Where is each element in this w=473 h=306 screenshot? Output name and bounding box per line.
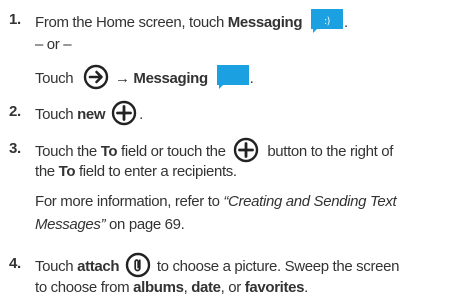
step-2-new-label: new [77, 105, 106, 123]
step-2-number: 2. [9, 103, 21, 120]
arrow-circle-icon [83, 64, 109, 90]
plus-circle-icon-2 [233, 137, 259, 163]
step-1-period: . [343, 13, 348, 31]
step-1-text: From the Home screen, touch [35, 13, 228, 31]
step-1-number: 1. [9, 11, 21, 28]
step-4-albums-label: albums [133, 279, 184, 296]
step-4-period: . [304, 279, 308, 296]
step-1-line-3: Touch → Messaging . [35, 64, 254, 92]
step-3-to-label: To [100, 142, 118, 160]
plus-circle-icon [111, 100, 137, 126]
step-3-line-3: For more information, refer to “Creating… [35, 192, 397, 211]
step-1-touch-text: Touch [35, 69, 74, 87]
step-3-reference-title[interactable]: “Creating and Sending Text [223, 193, 396, 210]
step-3-line-2: the To field to enter a recipients. [35, 162, 237, 181]
instructions-page: 1. From the Home screen, touch Messaging… [0, 0, 473, 306]
step-4-or-text: , or [220, 279, 245, 296]
step-4-line-1: Touch attach to choose a picture. Sweep … [35, 252, 400, 280]
step-4-line2-a: to choose from [35, 279, 134, 296]
step-1-messaging-label: Messaging [227, 13, 303, 31]
step-3-line2-b: field to enter a recipients. [75, 163, 237, 180]
step-3-number: 3. [9, 140, 21, 157]
step-4-text-b: to choose a picture. Sweep the screen [156, 257, 400, 275]
step-2-text: Touch [35, 105, 78, 123]
attach-paperclip-icon [125, 252, 151, 278]
step-3-line-4: Messages” on page 69. [35, 215, 185, 234]
step-3-reference-title-2[interactable]: Messages” [35, 216, 106, 233]
step-2-line: Touch new . [35, 100, 143, 128]
step-4-text-a: Touch [35, 257, 78, 275]
step-4-attach-label: attach [77, 257, 120, 275]
step-1-line-1: From the Home screen, touch Messaging :)… [35, 8, 348, 36]
step-3-line3-a: For more information, refer to [35, 193, 224, 210]
step-1-period-2: . [249, 69, 254, 87]
step-1-messaging-label-2: Messaging [133, 69, 208, 87]
svg-text::): :) [324, 16, 330, 27]
step-3-text-b: field or touch the [117, 142, 226, 160]
step-4-favorites-label: favorites [244, 279, 305, 296]
step-3-text-a: Touch the [35, 142, 101, 160]
step-4-line-2: to choose from albums, date, or favorite… [35, 278, 308, 297]
messaging-blank-icon [216, 64, 250, 90]
step-2-period: . [139, 105, 143, 123]
step-3-to-label-2: To [58, 163, 76, 180]
step-4-date-label: date [191, 279, 221, 296]
step-4-number: 4. [9, 255, 21, 272]
step-3-page-ref: on page 69. [105, 216, 185, 233]
step-1-or: – or – [35, 36, 72, 53]
step-3-line2-a: the [35, 163, 59, 180]
messaging-smiley-icon: :) [310, 8, 344, 34]
step-3-text-c: button to the right of [267, 142, 394, 160]
step-1-arrow: → [114, 69, 130, 87]
